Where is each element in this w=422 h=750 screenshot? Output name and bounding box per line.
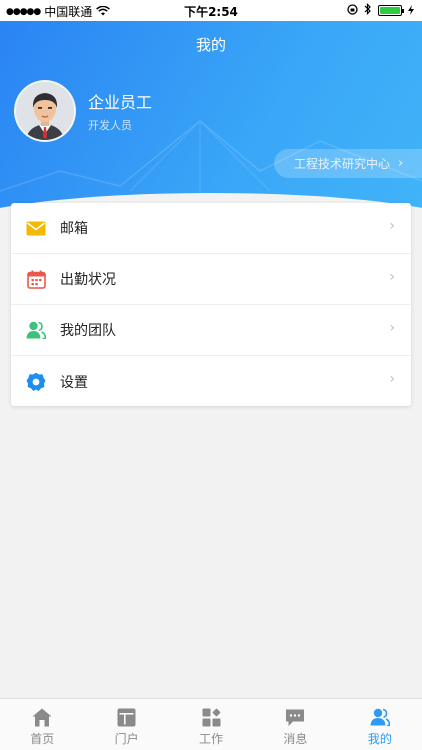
profile-icon bbox=[369, 706, 391, 728]
chevron-right-icon: › bbox=[389, 320, 395, 336]
status-bar: ●●●●● 中国联通 下午2:54 bbox=[0, 0, 422, 21]
menu-item-label: 出勤状况 bbox=[60, 272, 116, 288]
tab-bar: 首页 门户 工作 消息 我的 bbox=[0, 698, 422, 750]
tab-work[interactable]: 工作 bbox=[169, 699, 253, 750]
team-icon bbox=[25, 319, 47, 341]
department-button[interactable]: 工程技术研究中心 › bbox=[274, 149, 422, 178]
rotation-lock-icon bbox=[347, 3, 358, 18]
chevron-right-icon: › bbox=[389, 218, 395, 234]
portal-icon bbox=[116, 706, 138, 728]
menu-item-settings[interactable]: 设置 › bbox=[11, 356, 411, 407]
chevron-right-icon: › bbox=[389, 269, 395, 285]
profile-role: 开发人员 bbox=[88, 119, 132, 132]
profile-header: 我的 企业员工 开发人员 工程技术研究中心 › bbox=[0, 21, 422, 231]
bluetooth-icon bbox=[364, 3, 372, 18]
home-icon bbox=[31, 706, 53, 728]
menu-card: 邮箱 › 出勤状况 › 我的团队 › 设置 › bbox=[11, 203, 411, 406]
menu-item-label: 邮箱 bbox=[60, 221, 88, 237]
tab-label: 消息 bbox=[283, 732, 308, 746]
message-icon bbox=[284, 706, 306, 728]
department-label: 工程技术研究中心 bbox=[294, 157, 391, 171]
menu-item-mail[interactable]: 邮箱 › bbox=[11, 203, 411, 254]
menu-item-team[interactable]: 我的团队 › bbox=[11, 305, 411, 356]
mail-icon bbox=[25, 217, 47, 239]
profile-name: 企业员工 bbox=[88, 93, 153, 112]
page-title: 我的 bbox=[195, 36, 226, 54]
tab-home[interactable]: 首页 bbox=[0, 699, 84, 750]
tab-profile[interactable]: 我的 bbox=[338, 699, 422, 750]
tab-label: 首页 bbox=[30, 732, 55, 746]
gear-icon bbox=[25, 371, 47, 393]
tab-messages[interactable]: 消息 bbox=[253, 699, 337, 750]
chevron-right-icon: › bbox=[398, 156, 404, 171]
tab-label: 我的 bbox=[367, 732, 392, 746]
tab-portal[interactable]: 门户 bbox=[84, 699, 168, 750]
chevron-right-icon: › bbox=[389, 371, 395, 387]
menu-item-attendance[interactable]: 出勤状况 › bbox=[11, 254, 411, 305]
work-icon bbox=[200, 706, 222, 728]
calendar-icon bbox=[25, 268, 47, 290]
menu-item-label: 设置 bbox=[60, 374, 88, 391]
charging-icon bbox=[408, 4, 414, 18]
battery-icon bbox=[378, 5, 404, 16]
tab-label: 工作 bbox=[199, 732, 224, 746]
menu-item-label: 我的团队 bbox=[60, 323, 116, 339]
avatar-image bbox=[16, 82, 74, 140]
avatar[interactable] bbox=[14, 80, 76, 142]
tab-label: 门户 bbox=[114, 732, 139, 746]
status-right bbox=[347, 3, 414, 18]
